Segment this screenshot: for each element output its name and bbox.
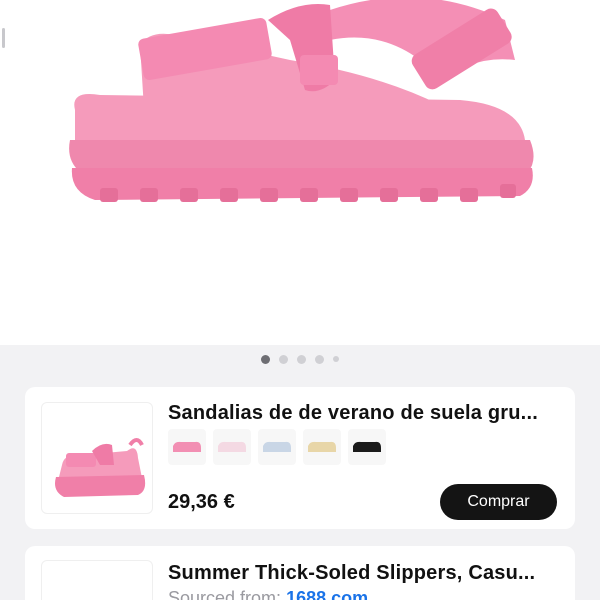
gallery-pagination bbox=[0, 352, 600, 366]
product-search-screen: Sandalias de de verano de suela gru... 2… bbox=[0, 0, 600, 600]
buy-button[interactable]: Comprar bbox=[440, 484, 557, 520]
result-card[interactable]: Summer Thick-Soled Slippers, Casu... Sou… bbox=[25, 546, 575, 600]
source-label: Sourced from: bbox=[168, 588, 282, 600]
pagination-dot[interactable] bbox=[333, 356, 339, 362]
pagination-dot[interactable] bbox=[297, 354, 306, 364]
pagination-dot[interactable] bbox=[279, 354, 288, 364]
variant-swatch[interactable] bbox=[303, 429, 341, 465]
variant-swatch[interactable] bbox=[213, 429, 251, 465]
color-variants bbox=[168, 429, 386, 465]
product-image-gallery[interactable] bbox=[0, 0, 600, 345]
result-thumbnail[interactable] bbox=[41, 402, 153, 514]
variant-swatch[interactable] bbox=[258, 429, 296, 465]
result-card[interactable]: Sandalias de de verano de suela gru... 2… bbox=[25, 387, 575, 529]
variant-swatch[interactable] bbox=[168, 429, 206, 465]
variant-sandal-icon bbox=[308, 441, 336, 452]
pagination-dot-active[interactable] bbox=[261, 354, 270, 364]
sandal-strap-tab bbox=[300, 55, 338, 85]
result-title[interactable]: Sandalias de de verano de suela gru... bbox=[168, 402, 563, 425]
sandal-image bbox=[69, 0, 534, 202]
variant-swatch[interactable] bbox=[348, 429, 386, 465]
result-title[interactable]: Summer Thick-Soled Slippers, Casu... bbox=[168, 562, 563, 585]
sandal-thumbnail-icon bbox=[55, 438, 146, 497]
source-link[interactable]: 1688.com bbox=[286, 588, 368, 600]
pagination-dot[interactable] bbox=[315, 354, 324, 364]
result-source: Sourced from: 1688.com bbox=[168, 588, 368, 600]
variant-sandal-icon bbox=[173, 441, 201, 452]
result-thumbnail[interactable] bbox=[41, 560, 153, 600]
variant-sandal-icon bbox=[263, 441, 291, 452]
sandal-sole-middle bbox=[69, 140, 534, 172]
variant-sandal-icon bbox=[353, 441, 381, 452]
result-price: 29,36 € bbox=[168, 491, 235, 513]
variant-sandal-icon bbox=[218, 441, 246, 452]
